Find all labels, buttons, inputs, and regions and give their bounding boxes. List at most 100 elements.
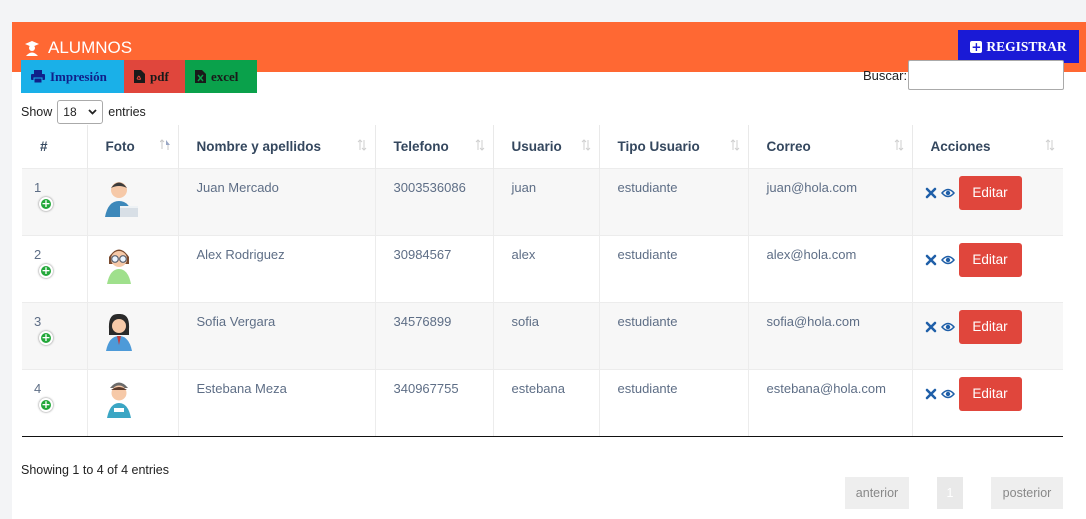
- delete-icon[interactable]: [925, 388, 937, 400]
- sort-icon: [475, 139, 485, 154]
- file-excel-icon: [195, 70, 206, 83]
- column-header-label: Foto: [105, 138, 135, 154]
- table-info: Showing 1 to 4 of 4 entries: [21, 463, 170, 477]
- column-header[interactable]: Correo: [748, 125, 913, 168]
- name-cell: Alex Rodriguez: [178, 234, 376, 302]
- actions-cell: Editar: [912, 167, 1064, 235]
- sort-asc-icon: [159, 139, 170, 154]
- eye-icon[interactable]: [940, 388, 955, 400]
- user-cell: sofia: [493, 301, 600, 369]
- delete-icon[interactable]: [925, 254, 937, 266]
- column-header-label: Telefono: [393, 138, 449, 154]
- column-header[interactable]: Foto: [87, 125, 179, 168]
- photo-cell: [87, 368, 179, 437]
- photo-cell: [87, 234, 179, 302]
- edit-button[interactable]: Editar: [958, 242, 1022, 277]
- user-type-cell: estudiante: [599, 234, 749, 302]
- table-row: 4 + Estebana Meza 340967755 estebana est…: [22, 368, 1064, 437]
- row-number: 1: [34, 179, 42, 195]
- row-number-cell: 1 +: [22, 167, 88, 235]
- photo-cell: [87, 167, 179, 235]
- edit-button[interactable]: Editar: [958, 376, 1022, 411]
- actions-cell: Editar: [912, 301, 1064, 369]
- print-button-label: Impresión: [50, 68, 107, 84]
- row-number-cell: 2 +: [22, 234, 88, 302]
- next-page-button[interactable]: posterior: [991, 477, 1063, 509]
- column-header[interactable]: Telefono: [375, 125, 494, 168]
- row-number: 3: [34, 313, 42, 329]
- register-button[interactable]: + REGISTRAR: [958, 30, 1079, 63]
- eye-icon[interactable]: [940, 321, 955, 333]
- entries-length: Show 18 entries: [21, 100, 146, 124]
- row-actions: Editar: [925, 242, 1064, 277]
- pdf-button-label: pdf: [150, 68, 169, 84]
- phone-cell: 30984567: [375, 234, 494, 302]
- column-header[interactable]: Nombre y apellidos: [178, 125, 376, 168]
- entries-select[interactable]: 18: [57, 100, 104, 124]
- man-laptop-icon: [100, 181, 138, 220]
- actions-cell: Editar: [912, 234, 1064, 302]
- woman-tie-icon: [100, 313, 138, 354]
- column-header[interactable]: #: [22, 125, 88, 168]
- page-title: ALUMNOS: [24, 38, 132, 58]
- graduate-icon: [25, 41, 39, 56]
- excel-button[interactable]: excel: [185, 60, 257, 93]
- pdf-button[interactable]: pdf: [124, 60, 185, 93]
- export-buttons: Impresión pdf excel: [21, 60, 257, 93]
- sort-icon: [357, 139, 367, 154]
- sort-icon: [894, 139, 904, 154]
- edit-button[interactable]: Editar: [958, 175, 1022, 210]
- column-header-label: Usuario: [511, 138, 562, 154]
- search-input[interactable]: [908, 60, 1064, 90]
- email-cell: estebana@hola.com: [748, 368, 913, 437]
- row-actions: Editar: [925, 309, 1064, 344]
- table-body: 1 + Juan Mercado 3003536086 juan estudia…: [22, 167, 1064, 437]
- delete-icon[interactable]: [925, 187, 937, 199]
- column-header[interactable]: Tipo Usuario: [599, 125, 749, 168]
- sort-icon: [1045, 139, 1055, 154]
- table-header-row: # Foto Nombre y apellidos Telefono Usuario Ti…: [22, 125, 1063, 168]
- user-cell: alex: [493, 234, 600, 302]
- column-header-label: Nombre y apellidos: [196, 138, 322, 154]
- excel-button-label: excel: [211, 68, 239, 84]
- row-actions: Editar: [925, 376, 1064, 411]
- students-table: # Foto Nombre y apellidos Telefono Usuario Ti…: [22, 125, 1063, 437]
- chevron-down-icon: [88, 109, 97, 115]
- email-cell: sofia@hola.com: [748, 301, 913, 369]
- column-header-label: #: [40, 138, 48, 154]
- sort-icon: [730, 139, 740, 154]
- table-row: 3 + Sofia Vergara 34576899 sofia estudia…: [22, 301, 1064, 369]
- user-type-cell: estudiante: [599, 368, 749, 437]
- phone-cell: 340967755: [375, 368, 494, 437]
- printer-icon: [31, 70, 45, 83]
- row-actions: Editar: [925, 175, 1064, 210]
- expand-row-icon[interactable]: +: [39, 397, 53, 412]
- email-cell: alex@hola.com: [748, 234, 913, 302]
- eye-icon[interactable]: [940, 187, 955, 199]
- row-number-cell: 4 +: [22, 368, 88, 437]
- delete-icon[interactable]: [925, 321, 937, 333]
- register-button-label: REGISTRAR: [986, 38, 1067, 54]
- phone-cell: 3003536086: [375, 167, 494, 235]
- show-label: Show: [21, 105, 53, 119]
- eye-icon[interactable]: [940, 254, 955, 266]
- name-cell: Estebana Meza: [178, 368, 376, 437]
- print-button[interactable]: Impresión: [21, 60, 124, 93]
- expand-row-icon[interactable]: +: [39, 263, 53, 278]
- column-header[interactable]: Usuario: [493, 125, 600, 168]
- row-number-cell: 3 +: [22, 301, 88, 369]
- table-row: 1 + Juan Mercado 3003536086 juan estudia…: [22, 167, 1064, 235]
- phone-cell: 34576899: [375, 301, 494, 369]
- page-1-button[interactable]: 1: [937, 477, 963, 509]
- user-type-cell: estudiante: [599, 301, 749, 369]
- expand-row-icon[interactable]: +: [39, 196, 53, 211]
- user-cell: estebana: [493, 368, 600, 437]
- expand-row-icon[interactable]: +: [39, 330, 53, 345]
- user-cell: juan: [493, 167, 600, 235]
- edit-button[interactable]: Editar: [958, 309, 1022, 344]
- column-header-label: Acciones: [930, 138, 991, 154]
- name-cell: Juan Mercado: [178, 167, 376, 235]
- column-header[interactable]: Acciones: [912, 125, 1063, 168]
- previous-page-button[interactable]: anterior: [845, 477, 909, 509]
- email-cell: juan@hola.com: [748, 167, 913, 235]
